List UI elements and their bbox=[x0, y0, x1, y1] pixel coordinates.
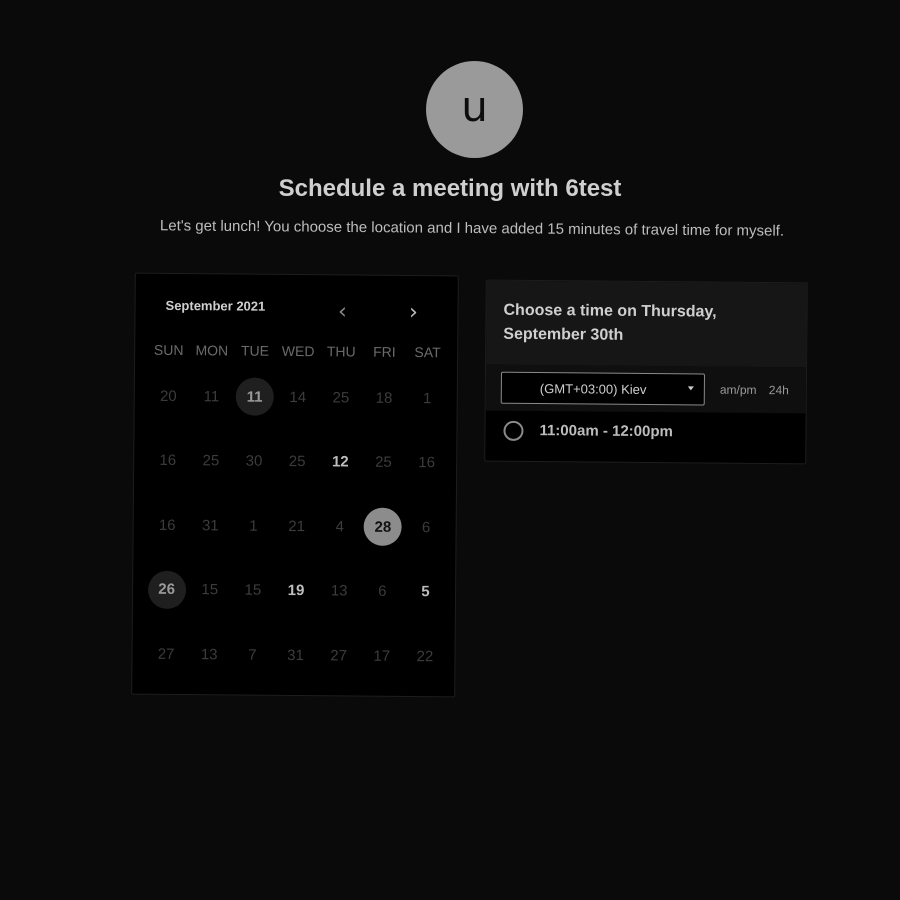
calendar-day: 30 bbox=[232, 442, 276, 507]
calendar-day-number: 26 bbox=[147, 570, 186, 609]
calendar-day-number: 28 bbox=[363, 507, 403, 546]
calendar-day: 25 bbox=[189, 442, 233, 507]
weekday-header: SUN MON TUE WED THU FRI SAT bbox=[147, 342, 449, 361]
calendar-day-number: 27 bbox=[330, 646, 348, 664]
weekday-label: SAT bbox=[414, 344, 441, 361]
time-slot-label: 11:00am - 12:00pm bbox=[539, 422, 673, 441]
calendar-day: 6 bbox=[404, 508, 448, 573]
calendar-day: 20 bbox=[146, 377, 190, 442]
calendar-day: 25 bbox=[275, 442, 319, 507]
calendar-day-number: 6 bbox=[378, 582, 387, 600]
calendar-day-number: 19 bbox=[287, 581, 305, 600]
calendar-day: 16 bbox=[145, 506, 189, 571]
calendar-day: 31 bbox=[274, 636, 318, 701]
weekday-label: SUN bbox=[153, 341, 184, 359]
calendar-day: 14 bbox=[276, 378, 320, 443]
calendar-day-number: 13 bbox=[330, 582, 348, 600]
calendar-month-label: September 2021 bbox=[165, 297, 266, 314]
chevron-left-icon[interactable]: ‹ bbox=[328, 297, 356, 325]
calendar-day: 11 bbox=[190, 377, 234, 442]
timezone-select[interactable]: (GMT+03:00) Kiev bbox=[500, 371, 705, 406]
time-panel-heading: Choose a time on Thursday, September 30t… bbox=[503, 301, 717, 344]
calendar-day: 15 bbox=[188, 571, 232, 636]
calendar-day: 16 bbox=[405, 443, 449, 508]
caret-down-icon bbox=[687, 386, 694, 391]
calendar-day-selected[interactable]: 28 bbox=[361, 507, 405, 573]
radio-button[interactable] bbox=[503, 420, 524, 441]
time-selection-panel: Choose a time on Thursday, September 30t… bbox=[484, 279, 808, 465]
weekday-label: FRI bbox=[373, 343, 396, 360]
calendar-day[interactable]: 19 bbox=[274, 571, 318, 636]
format-ampm-toggle[interactable]: am/pm bbox=[720, 383, 757, 397]
calendar-day-number: 25 bbox=[202, 452, 220, 470]
calendar-day-number: 31 bbox=[287, 646, 304, 664]
calendar-day-number: 25 bbox=[288, 452, 306, 471]
calendar-day-number: 18 bbox=[375, 389, 393, 407]
calendar-day-number: 13 bbox=[200, 645, 218, 663]
time-slot[interactable]: 11:00am - 12:00pm bbox=[485, 413, 805, 460]
calendar-day-number: 1 bbox=[249, 517, 258, 535]
calendar-day-number: 5 bbox=[421, 583, 430, 601]
calendar-day: 21 bbox=[275, 507, 319, 572]
calendar-day-number: 30 bbox=[245, 452, 263, 470]
calendar-day-number: 15 bbox=[201, 581, 219, 599]
time-panel-header: Choose a time on Thursday, September 30t… bbox=[486, 280, 807, 368]
calendar-day: 18 bbox=[362, 379, 406, 444]
calendar-day: 22 bbox=[403, 637, 447, 702]
chevron-right-icon[interactable]: › bbox=[399, 298, 427, 326]
format-24h-toggle[interactable]: 24h bbox=[769, 383, 789, 397]
weekday-label: TUE bbox=[240, 342, 270, 359]
timezone-row: (GMT+03:00) Kiev am/pm 24h bbox=[485, 364, 807, 414]
calendar-day: 1 bbox=[405, 379, 449, 444]
calendar-day-number: 25 bbox=[332, 388, 350, 406]
calendar-day: 6 bbox=[360, 572, 404, 637]
calendar-day-number: 15 bbox=[244, 581, 262, 599]
calendar-day-number: 11 bbox=[235, 377, 274, 416]
calendar-day-number: 16 bbox=[159, 451, 177, 469]
calendar-day-number: 22 bbox=[416, 647, 434, 665]
calendar-day[interactable]: 26 bbox=[145, 570, 189, 635]
meeting-description: Let's get lunch! You choose the location… bbox=[159, 217, 785, 240]
calendar-day: 13 bbox=[187, 635, 231, 700]
calendar-card: September 2021 ‹ › SUN MON TUE WED THU F… bbox=[131, 272, 459, 698]
calendar-day: 1 bbox=[232, 506, 276, 571]
timezone-value: (GMT+03:00) Kiev bbox=[539, 380, 647, 397]
calendar-day-number: 16 bbox=[418, 454, 436, 472]
calendar-day-number: 16 bbox=[158, 516, 176, 534]
calendar-day-number: 17 bbox=[373, 647, 391, 665]
calendar-day-number: 6 bbox=[421, 518, 431, 536]
calendar-day: 31 bbox=[188, 506, 232, 571]
calendar-day-number: 1 bbox=[422, 389, 432, 407]
calendar-day: 15 bbox=[231, 571, 275, 636]
calendar-day-number: 31 bbox=[201, 516, 219, 534]
calendar-day-number: 11 bbox=[203, 387, 220, 405]
host-avatar: u bbox=[426, 61, 523, 158]
calendar-day: 17 bbox=[360, 637, 404, 702]
weekday-label: THU bbox=[326, 343, 356, 360]
page-title: Schedule a meeting with 6test bbox=[278, 175, 622, 202]
calendar-day: 25 bbox=[362, 443, 406, 508]
calendar-day: 25 bbox=[319, 378, 363, 443]
avatar-letter: u bbox=[461, 81, 488, 131]
calendar-day[interactable]: 11 bbox=[233, 377, 277, 442]
calendar-day-number: 21 bbox=[288, 517, 306, 535]
calendar-day: 7 bbox=[230, 635, 274, 700]
calendar-day: 4 bbox=[318, 507, 362, 572]
calendar-day-number: 27 bbox=[157, 645, 175, 663]
calendar-day[interactable]: 5 bbox=[404, 572, 448, 637]
weekday-label: MON bbox=[195, 342, 229, 359]
calendar-day-number: 20 bbox=[159, 387, 177, 405]
calendar-day: 27 bbox=[144, 635, 188, 700]
calendar-day-number: 12 bbox=[331, 453, 349, 471]
calendar-day[interactable]: 12 bbox=[318, 443, 362, 508]
calendar-day-number: 7 bbox=[248, 646, 257, 664]
calendar-day-number: 4 bbox=[335, 517, 345, 535]
weekday-label: WED bbox=[281, 342, 315, 360]
calendar-day-number: 14 bbox=[289, 388, 307, 406]
calendar-day: 16 bbox=[146, 441, 190, 506]
calendar-day: 13 bbox=[317, 572, 361, 637]
calendar-days-grid: 20 11 11 14 25 18 1 16 25 30 25 12 25 16 16 31 1 21 4 28 6 26… bbox=[144, 377, 449, 702]
calendar-day-number: 25 bbox=[375, 453, 392, 471]
calendar-day: 27 bbox=[317, 636, 361, 701]
